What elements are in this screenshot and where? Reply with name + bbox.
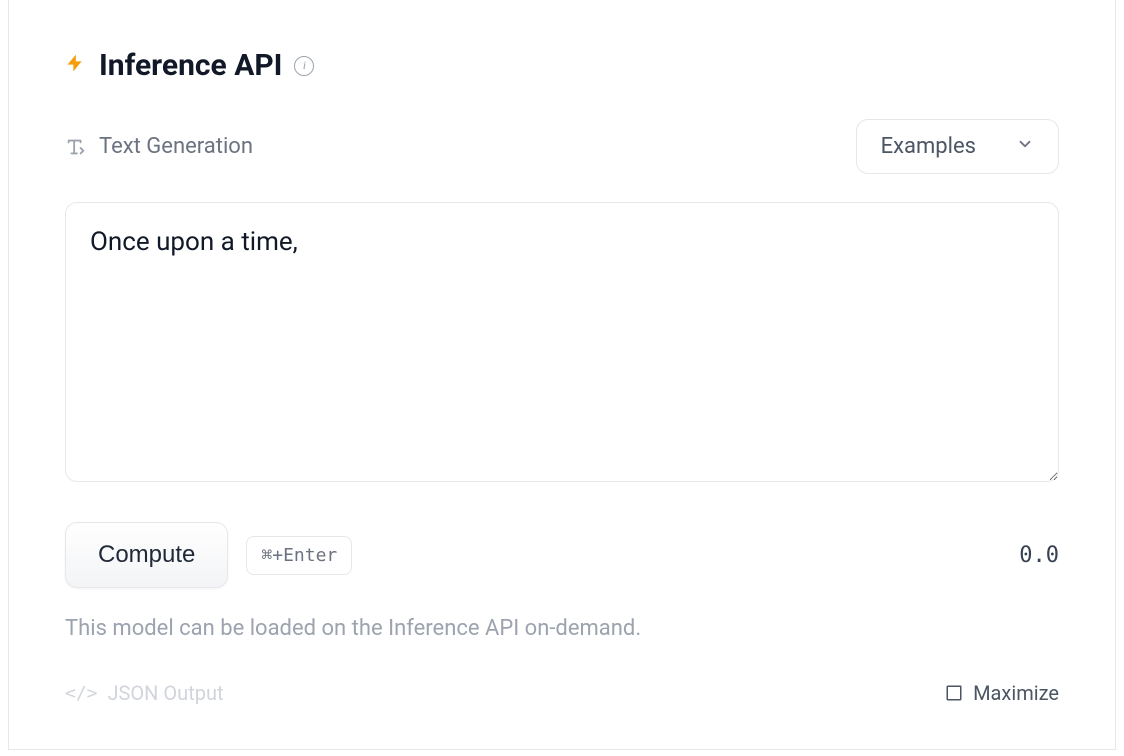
inference-api-panel: Inference API i Text Generation Examples xyxy=(8,0,1116,750)
prompt-input[interactable] xyxy=(65,202,1059,482)
footer-row: </> JSON Output Maximize xyxy=(65,681,1059,705)
examples-label: Examples xyxy=(881,134,976,159)
shortcut-badge: ⌘+Enter xyxy=(246,536,352,575)
maximize-icon xyxy=(945,684,963,702)
task-type[interactable]: Text Generation xyxy=(65,134,253,159)
status-text: This model can be loaded on the Inferenc… xyxy=(65,616,1059,641)
task-type-label: Text Generation xyxy=(99,134,253,159)
bolt-icon xyxy=(65,49,85,82)
chevron-down-icon xyxy=(1016,134,1034,159)
compute-button[interactable]: Compute xyxy=(65,522,228,588)
action-left: Compute ⌘+Enter xyxy=(65,522,352,588)
maximize-label: Maximize xyxy=(973,681,1059,705)
subheader-row: Text Generation Examples xyxy=(65,119,1059,174)
examples-dropdown[interactable]: Examples xyxy=(856,119,1059,174)
maximize-button[interactable]: Maximize xyxy=(945,681,1059,705)
json-output-label: JSON Output xyxy=(108,681,224,705)
json-output-toggle[interactable]: </> JSON Output xyxy=(65,681,224,705)
action-row: Compute ⌘+Enter 0.0 xyxy=(65,522,1059,588)
header-row: Inference API i xyxy=(65,48,1059,83)
page-title: Inference API xyxy=(99,48,282,83)
info-icon[interactable]: i xyxy=(294,56,314,76)
text-generation-icon xyxy=(65,136,87,158)
score-value: 0.0 xyxy=(1019,543,1059,568)
code-icon: </> xyxy=(65,683,98,704)
